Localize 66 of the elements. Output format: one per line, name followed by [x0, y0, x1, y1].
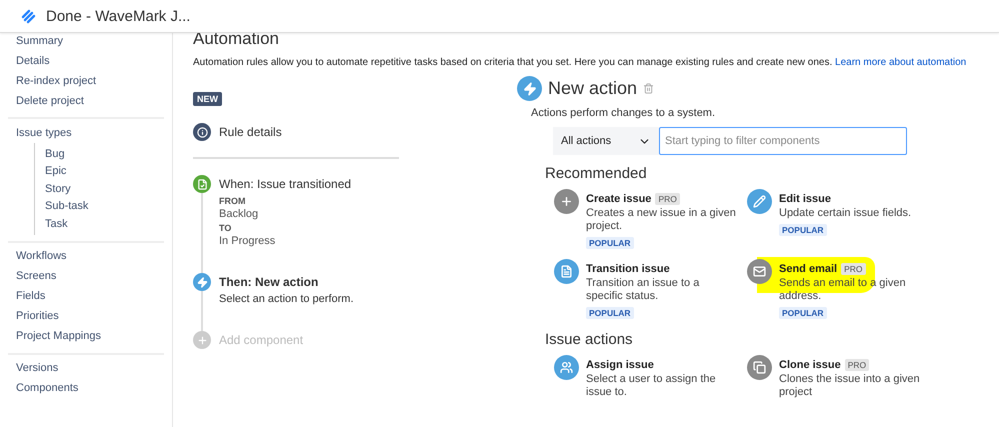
component-description: Transition an issue to a specific status.	[586, 277, 700, 303]
pro-badge: PRO	[841, 263, 866, 275]
component-item[interactable]: Edit issue Update certain issue fields. POPULAR	[747, 189, 940, 251]
sidebar-item[interactable]: Versions	[8, 358, 164, 378]
field-label: FROM	[219, 196, 246, 206]
popular-badge: POPULAR	[779, 224, 827, 236]
sidebar-item[interactable]: Bug	[35, 145, 164, 162]
pro-badge: PRO	[655, 193, 680, 205]
component-item[interactable]: Create issue PRO Creates a new issue in a given project. POPULAR	[554, 189, 747, 251]
section-title: Issue actions	[545, 331, 634, 348]
sidebar-item[interactable]: Priorities	[8, 306, 164, 326]
component-title: Clone issue	[779, 359, 841, 371]
popular-badge: POPULAR	[586, 307, 634, 319]
step-description: Select an action to perform.	[219, 293, 354, 305]
filter-select[interactable]: All actions	[553, 127, 659, 155]
page-title: Automation	[193, 29, 280, 49]
sidebar-item[interactable]: Epic	[35, 162, 164, 180]
sidebar-item[interactable]: Details	[8, 51, 164, 71]
pro-badge: PRO	[844, 359, 870, 371]
popular-badge: POPULAR	[586, 237, 634, 249]
lightning-icon	[517, 76, 542, 101]
step-title[interactable]: Rule details	[219, 123, 282, 141]
logo-icon	[20, 8, 36, 24]
sidebar-item[interactable]: Story	[35, 180, 164, 198]
page-description: Automation rules allow you to automate repetitive tasks based on criteria that you set. Here you can manage existing rules and create new ones. Learn more about automation	[193, 57, 968, 68]
project-title: Done - WaveMark J...	[46, 8, 190, 24]
search-field[interactable]: Start typing to filter components	[659, 127, 907, 155]
component-title: Transition issue	[586, 263, 670, 275]
sidebar-item[interactable]: Screens	[8, 266, 164, 286]
document-icon	[193, 175, 211, 193]
component-item[interactable]: Clone issue PRO Clones the issue into a given project	[747, 355, 940, 399]
step-title[interactable]: When: Issue transitioned	[219, 175, 352, 193]
plus-icon	[193, 331, 211, 349]
field-value: Backlog	[219, 208, 260, 220]
panel-title: New action	[548, 78, 638, 99]
field-label: TO	[219, 223, 232, 233]
component-title: Send email	[779, 263, 838, 275]
panel-description: Actions perform changes to a system.	[531, 107, 716, 119]
sidebar-item[interactable]: Delete project	[8, 91, 164, 111]
new-badge: NEW	[193, 92, 222, 106]
component-description: Update certain issue fields.	[779, 207, 912, 220]
learn-more-link[interactable]: Learn more about automation	[835, 57, 966, 68]
sidebar-item[interactable]: Task	[35, 215, 164, 232]
section-title: Recommended	[545, 165, 648, 182]
component-title: Edit issue	[779, 193, 831, 205]
popular-badge: POPULAR	[779, 307, 827, 319]
lightning-icon	[193, 273, 211, 291]
sidebar-item[interactable]: Summary	[8, 31, 164, 51]
component-title: Assign issue	[586, 359, 654, 371]
sidebar-item[interactable]: Re-index project	[8, 71, 164, 91]
field-value: In Progress	[219, 235, 276, 247]
sidebar-item[interactable]: Sub-task	[35, 198, 164, 215]
sidebar-item[interactable]: Issue types	[8, 123, 164, 143]
trash-icon[interactable]	[643, 83, 654, 94]
component-item[interactable]: Transition issue Transition an issue to a specific status. POPULAR	[554, 259, 747, 321]
info-icon	[193, 123, 211, 141]
component-description: Clones the issue into a given project	[779, 373, 921, 399]
step-title[interactable]: Then: New action	[219, 273, 354, 291]
component-description: Select a user to assign the issue to.	[586, 373, 717, 399]
component-description: Creates a new issue in a given project.	[586, 207, 736, 233]
component-item[interactable]: Assign issue Select a user to assign the issue to.	[554, 355, 747, 399]
sidebar-item[interactable]: Workflows	[8, 246, 164, 266]
sidebar-item[interactable]: Project Mappings	[8, 326, 164, 346]
sidebar-item[interactable]: Fields	[8, 286, 164, 306]
sidebar-item[interactable]: Components	[8, 378, 164, 398]
component-title: Create issue	[586, 193, 652, 205]
